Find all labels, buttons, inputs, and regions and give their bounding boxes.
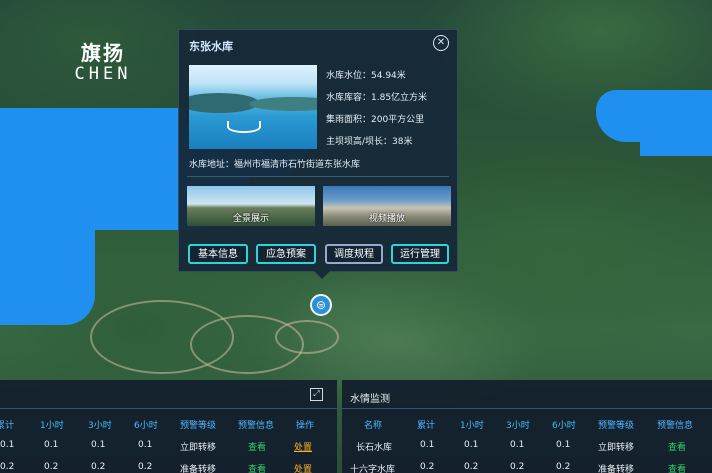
table-cell: 0.2 — [91, 462, 106, 472]
table-cell: 0.2 — [138, 462, 153, 472]
divider — [0, 408, 337, 409]
info-water-level: 水库水位：54.94米 — [326, 71, 406, 81]
reservoir-water — [596, 90, 712, 142]
road — [275, 320, 339, 354]
divider — [187, 176, 449, 177]
expand-icon[interactable]: ⤢ — [310, 388, 323, 401]
col-header: 1小时 — [40, 421, 64, 431]
dispatch-rules-button[interactable]: 调度规程 — [325, 244, 383, 264]
reservoir-info-popup: 东张水库 ✕ 水库水位：54.94米 水库库容：1.85亿立方米 集雨面积：20… — [178, 29, 458, 272]
col-header: 预警等级 — [180, 421, 217, 431]
table-cell: 0.1 — [556, 440, 571, 450]
reservoir-photo — [189, 65, 317, 149]
col-header: 预警信息 — [238, 421, 275, 431]
table-cell: 0.2 — [420, 462, 435, 472]
table-cell: 0.1 — [464, 440, 479, 450]
info-catchment: 集雨面积：200平方公里 — [326, 115, 425, 125]
table-cell: 0.2 — [464, 462, 479, 472]
table-cell: 0.2 — [556, 462, 571, 472]
col-header: 预警信息 — [657, 421, 694, 431]
view-link[interactable]: 查看 — [668, 440, 686, 453]
video-label: 视频播放 — [368, 214, 405, 224]
table-cell: 0.1 — [138, 440, 153, 450]
close-icon[interactable]: ✕ — [433, 35, 449, 51]
view-link[interactable]: 查看 — [248, 462, 266, 473]
handle-link[interactable]: 处置 — [294, 440, 312, 453]
logo-chinese: 旗扬 — [81, 41, 125, 65]
table-cell: 立即转移 — [598, 443, 635, 453]
table-cell: 0.1 — [44, 440, 59, 450]
reservoir-water — [640, 138, 712, 156]
popup-pointer — [314, 271, 330, 279]
handle-link[interactable]: 处置 — [294, 462, 312, 473]
col-header: 6小时 — [134, 421, 158, 431]
table-cell: 准备转移 — [180, 465, 217, 473]
col-header: 预警等级 — [598, 421, 635, 431]
table-cell: 0.2 — [44, 462, 59, 472]
panel-title: 水情监测 — [350, 394, 390, 405]
table-cell: 0.2 — [510, 462, 525, 472]
table-cell: 0.1 — [91, 440, 106, 450]
col-header: 累计 — [0, 421, 15, 431]
col-header: 名称 — [364, 421, 383, 431]
basic-info-button[interactable]: 基本信息 — [188, 244, 248, 264]
table-cell: 准备转移 — [598, 465, 635, 473]
table-cell: 十六字水库 — [350, 465, 396, 473]
table-cell: 0.1 — [510, 440, 525, 450]
operation-management-button[interactable]: 运行管理 — [391, 244, 449, 264]
popup-title: 东张水库 — [189, 40, 233, 53]
col-header: 1小时 — [460, 421, 484, 431]
panorama-thumbnail[interactable]: 全景展示 — [187, 186, 315, 226]
video-thumbnail[interactable]: 视频播放 — [323, 186, 451, 226]
panorama-label: 全景展示 — [232, 214, 269, 224]
info-dam: 主坝坝高/坝长：38米 — [326, 137, 413, 147]
table-cell: 立即转移 — [180, 443, 217, 453]
logo: 旗扬 CHEN — [58, 42, 148, 84]
table-cell: 0.1 — [420, 440, 435, 450]
view-link[interactable]: 查看 — [668, 462, 686, 473]
col-header: 6小时 — [552, 421, 576, 431]
water-monitoring-panel: 水情监测 名称 累计 1小时 3小时 6小时 预警等级 预警信息 长石水库 0.… — [342, 380, 712, 473]
view-link[interactable]: 查看 — [248, 440, 266, 453]
info-address: 水库地址：福州市福清市石竹街道东张水库 — [189, 160, 361, 170]
table-cell: 0.1 — [0, 440, 15, 450]
divider — [342, 408, 712, 409]
table-cell: 长石水库 — [356, 443, 393, 453]
logo-english: CHEN — [74, 64, 132, 84]
table-cell: 0.2 — [0, 462, 15, 472]
reservoir-water — [0, 225, 95, 325]
rainfall-panel: ⤢ 累计 1小时 3小时 6小时 预警等级 预警信息 操作 0.1 0.1 0.… — [0, 380, 337, 473]
emergency-plan-button[interactable]: 应急预案 — [256, 244, 316, 264]
col-header: 3小时 — [88, 421, 112, 431]
col-header: 操作 — [296, 421, 315, 431]
info-capacity: 水库库容：1.85亿立方米 — [326, 93, 428, 103]
reservoir-icon[interactable]: ⊜ — [310, 294, 332, 316]
col-header: 3小时 — [506, 421, 530, 431]
col-header: 累计 — [417, 421, 436, 431]
